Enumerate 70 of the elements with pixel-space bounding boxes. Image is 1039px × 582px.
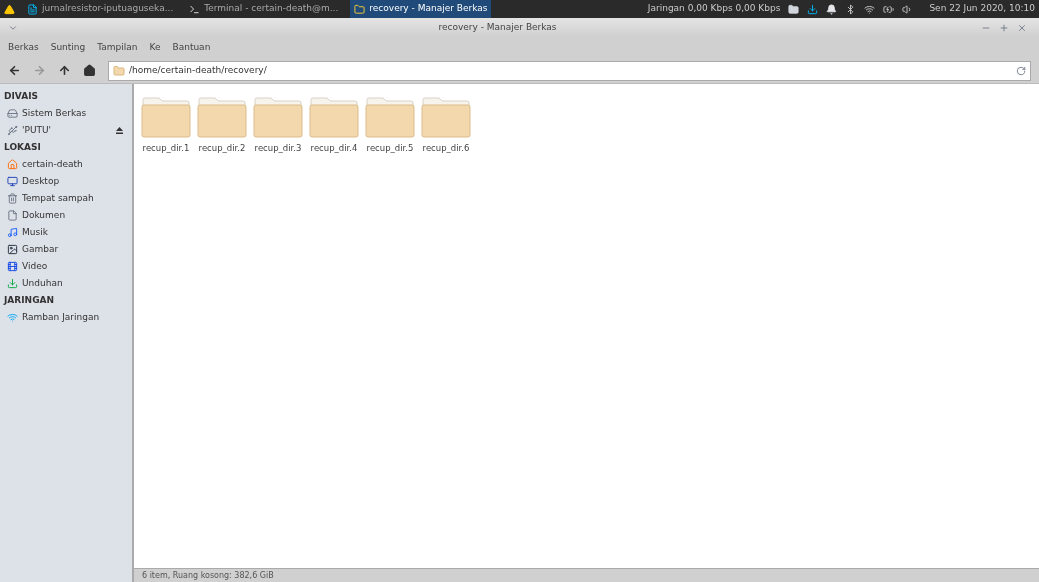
folder-icon <box>141 96 191 138</box>
document-icon <box>27 3 38 15</box>
sidebar-item[interactable]: Video <box>22 259 124 274</box>
folder-icon <box>253 96 303 138</box>
download-icon <box>7 278 18 289</box>
sidebar-heading: LOKASI <box>3 140 42 154</box>
folder-icon[interactable] <box>788 3 800 15</box>
bell-icon[interactable] <box>826 3 838 15</box>
network-speed: Jaringan 0,00 Kbps 0,00 Kbps <box>647 2 781 16</box>
home-icon <box>7 159 18 170</box>
folder-item[interactable]: recup_dir.3 <box>253 96 303 155</box>
folder-name: recup_dir.6 <box>422 142 470 155</box>
sidebar-heading: JARINGAN <box>2 293 55 307</box>
folder-item[interactable]: recup_dir.4 <box>309 96 359 155</box>
menu-item[interactable]: Ke <box>145 41 165 55</box>
menu-item[interactable]: Bantuan <box>168 41 215 55</box>
sidebar-item[interactable]: Ramban Jaringan <box>22 310 124 325</box>
home-icon[interactable] <box>83 64 96 77</box>
eject-icon[interactable] <box>115 126 124 135</box>
drive-icon <box>7 108 18 119</box>
back-icon[interactable] <box>8 64 21 77</box>
folder-name: recup_dir.3 <box>254 142 302 155</box>
folder-item[interactable]: recup_dir.2 <box>197 96 247 155</box>
menu-item[interactable]: Berkas <box>4 41 43 55</box>
location-field[interactable]: /home/certain-death/recovery/ <box>108 60 1031 81</box>
folder-item[interactable]: recup_dir.6 <box>421 96 471 155</box>
sidebar-item[interactable]: Musik <box>22 225 124 240</box>
wifi-icon[interactable] <box>864 3 876 15</box>
folder-icon <box>421 96 471 138</box>
sidebar-item[interactable]: certain-death <box>22 157 124 172</box>
folder-name: recup_dir.1 <box>142 142 190 155</box>
music-note-icon <box>7 227 18 238</box>
sidebar-heading: DIVAIS <box>3 89 39 103</box>
clock[interactable]: Sen 22 Jun 2020, 10:10 <box>929 2 1035 16</box>
folder-icon <box>309 96 359 138</box>
folder-icon <box>197 96 247 138</box>
reload-icon[interactable] <box>1016 65 1026 76</box>
terminal-icon <box>189 3 201 15</box>
sidebar-item[interactable]: Sistem Berkas <box>22 106 124 121</box>
taskbar-button[interactable]: recovery - Manajer Berkas <box>350 0 492 18</box>
sidebar-item[interactable]: Gambar <box>22 242 124 257</box>
folder-name: recup_dir.4 <box>310 142 358 155</box>
folder-item[interactable]: recup_dir.5 <box>365 96 415 155</box>
film-icon <box>7 261 18 272</box>
taskbar-button[interactable]: jurnalresistor-iputuaguseka... <box>23 0 178 18</box>
taskbar-button[interactable]: Terminal - certain-death@m... <box>185 0 343 18</box>
trash-icon <box>7 193 18 204</box>
folder-icon <box>113 64 125 77</box>
close-icon[interactable] <box>1017 23 1027 33</box>
wifi-icon <box>7 312 18 323</box>
menu-item[interactable]: Sunting <box>46 41 90 55</box>
sidebar-item[interactable]: Dokumen <box>22 208 124 223</box>
status-bar: 6 item, Ruang kosong: 382,6 GiB <box>134 568 1039 582</box>
app-menu-icon[interactable] <box>4 3 15 15</box>
folder-icon <box>365 96 415 138</box>
sidebar-item[interactable]: Unduhan <box>22 276 124 291</box>
image-icon <box>7 244 18 255</box>
window-title: recovery - Manajer Berkas <box>437 21 558 35</box>
sidebar-item[interactable]: Desktop <box>22 174 124 189</box>
folder-name: recup_dir.5 <box>366 142 414 155</box>
menu-item[interactable]: Tampilan <box>93 41 142 55</box>
document-icon <box>7 210 18 221</box>
folder-item[interactable]: recup_dir.1 <box>141 96 191 155</box>
download-icon[interactable] <box>807 3 819 15</box>
monitor-icon <box>7 176 18 187</box>
folder-name: recup_dir.2 <box>198 142 246 155</box>
folder-icon <box>354 3 366 15</box>
sidebar-item[interactable]: Tempat sampah <box>22 191 124 206</box>
sidebar-item[interactable]: 'PUTU' <box>22 123 111 138</box>
up-icon[interactable] <box>58 64 71 77</box>
